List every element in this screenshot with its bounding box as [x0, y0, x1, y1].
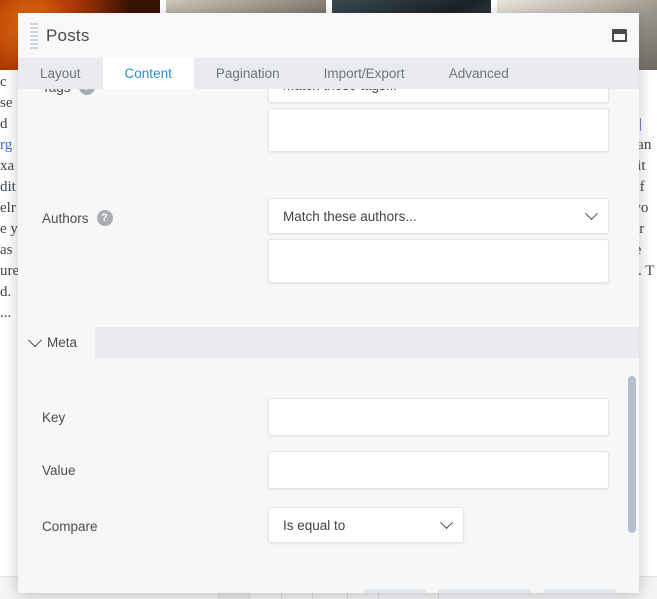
field-label-value: Value [42, 463, 76, 478]
compare-select[interactable]: Is equal to [268, 507, 464, 543]
field-row-compare: Compare Is equal to [18, 507, 639, 543]
field-label-authors-group: Authors ? [42, 198, 268, 226]
field-control-value [268, 451, 609, 489]
chevron-down-icon [27, 332, 43, 347]
field-row-authors: Authors ? Match these authors... [18, 198, 639, 283]
field-row-value: Value [18, 451, 639, 489]
cancel-button[interactable]: Cancel [542, 589, 617, 593]
dialog-body: Tags ? Match these tags... Authors ? [18, 89, 639, 593]
tab-layout[interactable]: Layout [18, 58, 103, 89]
field-control-tags: Match these tags... [268, 89, 609, 152]
field-control-authors: Match these authors... [268, 198, 609, 283]
field-label-key: Key [42, 410, 66, 425]
field-label-compare: Compare [42, 519, 98, 534]
meta-section-toggle[interactable]: Meta [18, 327, 96, 358]
tab-advanced[interactable]: Advanced [427, 58, 531, 89]
dialog-title-bar[interactable]: Posts [18, 13, 639, 58]
tags-select[interactable]: Match these tags... [268, 89, 609, 103]
field-control-key [268, 398, 609, 436]
authors-select-value: Match these authors... [283, 208, 417, 224]
tab-pagination[interactable]: Pagination [194, 58, 302, 89]
field-label-value-group: Value [42, 451, 268, 478]
field-label-key-group: Key [42, 398, 268, 425]
field-row-tags: Tags ? Match these tags... [18, 89, 639, 152]
save-button[interactable]: Save [363, 589, 427, 593]
field-row-key: Key [18, 398, 639, 436]
chevron-down-icon [440, 515, 453, 529]
dialog-scrollbar-thumb[interactable] [628, 376, 636, 533]
window-maximize-icon[interactable] [612, 29, 627, 42]
title-bar-actions [612, 29, 627, 42]
dialog-footer: Save Save As... Cancel [18, 573, 639, 593]
key-input[interactable] [268, 398, 609, 436]
meta-section-label: Meta [47, 335, 78, 350]
tab-content[interactable]: Content [102, 58, 194, 89]
compare-select-value: Is equal to [283, 517, 346, 533]
authors-token-box[interactable] [268, 239, 609, 283]
save-as-button[interactable]: Save As... [438, 589, 531, 593]
field-label-tags: Tags [42, 89, 71, 95]
value-input[interactable] [268, 451, 609, 489]
posts-settings-dialog: Posts Layout Content Pagination Import/E… [18, 13, 639, 593]
tags-token-box[interactable] [268, 108, 609, 152]
settings-scroll-area: Tags ? Match these tags... Authors ? [18, 89, 639, 593]
tab-import-export[interactable]: Import/Export [302, 58, 427, 89]
field-label-tags-group: Tags ? [42, 89, 268, 95]
help-icon[interactable]: ? [96, 210, 113, 226]
field-label-compare-group: Compare [42, 507, 268, 534]
authors-select[interactable]: Match these authors... [268, 198, 609, 234]
help-icon[interactable]: ? [78, 89, 95, 95]
field-label-authors: Authors [42, 210, 89, 226]
dialog-scrollbar[interactable] [628, 89, 636, 593]
dialog-tab-bar[interactable]: Layout Content Pagination Import/Export … [18, 58, 639, 89]
dialog-title: Posts [46, 25, 90, 45]
meta-section-header: Meta [18, 327, 639, 358]
tags-select-value: Match these tags... [283, 89, 397, 93]
drag-handle-icon[interactable] [28, 21, 40, 51]
chevron-down-icon [585, 206, 598, 220]
field-control-compare: Is equal to [268, 507, 609, 543]
